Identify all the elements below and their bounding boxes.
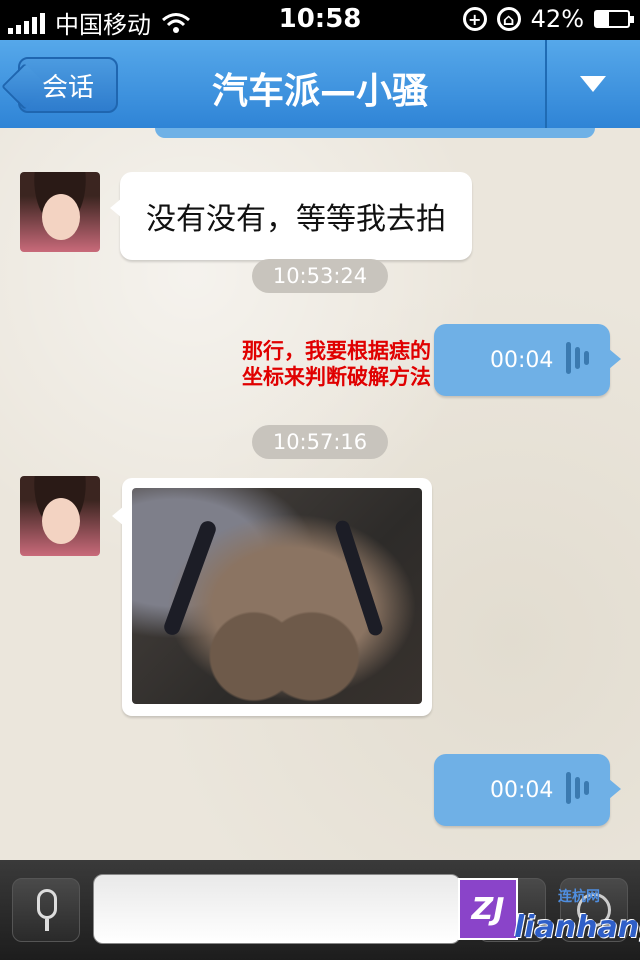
voice-message-bubble[interactable]: 00:04 (434, 324, 621, 396)
voice-message-bubble[interactable]: 00:04 (434, 754, 621, 826)
watermark-small-text: 连杭网 (558, 889, 600, 905)
back-button[interactable]: 会话 (18, 57, 118, 113)
image-message-bubble[interactable] (112, 478, 432, 716)
page-title: 汽车派—小骚 (211, 71, 428, 112)
location-icon: + (462, 7, 487, 31)
back-button-label: 会话 (41, 72, 94, 103)
watermark-text: lianhang (514, 910, 640, 945)
voice-duration: 00:04 (490, 348, 554, 373)
rotation-lock-icon: ⌂ (496, 7, 521, 31)
annotation-line: 那行，我要根据痣的 (242, 339, 431, 363)
chevron-down-icon[interactable] (580, 76, 606, 92)
timestamp: 10:57:16 (252, 425, 388, 459)
voice-duration: 00:04 (490, 778, 554, 803)
voice-wave-icon (566, 342, 589, 374)
voice-wave-icon (566, 772, 589, 804)
chat-area[interactable]: 没有没有，等等我去拍 10:53:24 00:04 那行，我要根据痣的 坐标来判… (0, 128, 640, 860)
nav-bar: 会话 汽车派—小骚 (0, 40, 640, 129)
battery-icon (594, 10, 634, 28)
status-bar: 中国移动 10:58 + ⌂ 42% (0, 0, 640, 40)
mic-icon (37, 889, 57, 919)
watermark-logo: ZJ 连杭网 lianhang (458, 870, 640, 952)
message-text: 没有没有，等等我去拍 (146, 202, 446, 237)
watermark-mark: ZJ (458, 878, 518, 940)
overlay-annotation: 那行，我要根据痣的 坐标来判断破解方法 (242, 338, 431, 390)
message-bubble-incoming[interactable]: 没有没有，等等我去拍 (110, 172, 472, 260)
annotation-line: 坐标来判断破解方法 (242, 365, 431, 389)
voice-input-button[interactable] (12, 878, 80, 942)
avatar[interactable] (20, 172, 100, 252)
avatar[interactable] (20, 476, 100, 556)
message-input[interactable] (93, 874, 461, 944)
previous-message-bubble (155, 128, 595, 138)
mic-stand (45, 919, 49, 931)
timestamp: 10:53:24 (252, 259, 388, 293)
battery-percent: 42% (530, 5, 584, 33)
nav-divider (545, 40, 547, 128)
